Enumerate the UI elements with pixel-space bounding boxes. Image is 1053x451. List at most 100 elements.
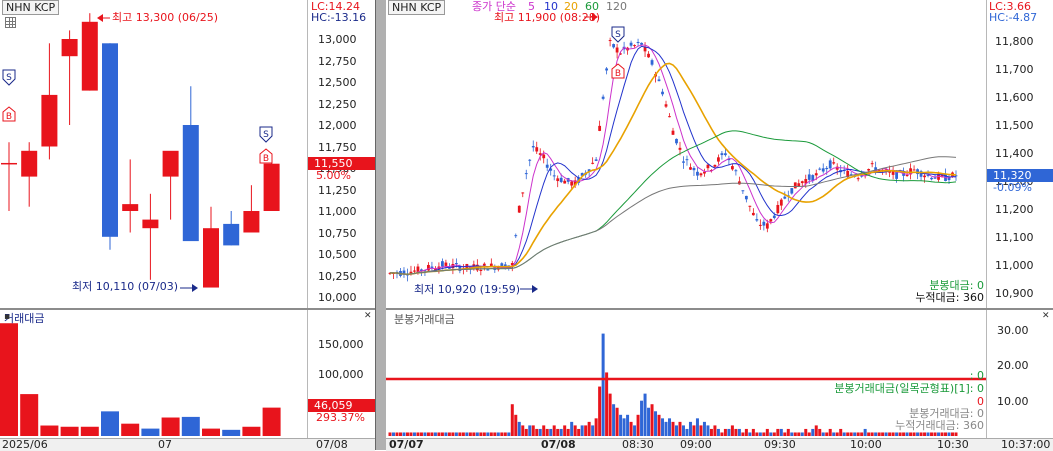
minute-volume-title: 분봉거래대금 (394, 313, 455, 326)
minute-candle-body-37 (517, 205, 521, 213)
minute-volume-bar-162 (954, 432, 958, 436)
minute-volume-bar-102 (744, 428, 748, 436)
daily-volume-axis: ✕ 150,000100,00050,000 46,059 293.37% (307, 310, 378, 438)
minute-x-label-5: 10:00 (850, 438, 882, 451)
minute-x-label-0: 07/07 (389, 438, 424, 451)
daily-price-tick-0: 13,000 (318, 33, 357, 46)
daily-hc-label: HC:-13.16 (311, 11, 367, 24)
minute-volume-bar-99 (734, 428, 738, 436)
daily-current-pct: 5.00% (316, 169, 351, 182)
daily-price-tick-8: 11,000 (318, 205, 357, 218)
minute-volume-bar-151 (916, 432, 920, 436)
minute-volume-bar-30 (493, 432, 497, 436)
minute-volume-bar-21 (461, 432, 465, 436)
minute-candle-body-15 (441, 261, 444, 267)
minute-volume-bar-42 (535, 428, 539, 436)
minute-volume-bar-132 (849, 432, 853, 436)
minute-candle-body-120 (807, 174, 811, 180)
minute-volume-bar-127 (832, 432, 836, 436)
minute-volume-bar-39 (524, 428, 528, 436)
minute-ma5-line (390, 44, 957, 276)
minute-volume-bar-156 (933, 432, 937, 436)
minute-volume-bar-55 (580, 425, 584, 436)
minute-low-arrow-icon (532, 285, 538, 293)
daily-volume-bar-13 (262, 407, 281, 436)
minute-candle-body-48 (556, 178, 560, 182)
minute-volume-bar-64 (612, 404, 616, 436)
minute-vol-legend: 분봉거래대금(일목균형표)[1]: 0 (834, 382, 984, 395)
daily-volume-bar-2 (40, 425, 59, 436)
minute-volume-bar-47 (552, 425, 556, 436)
minute-volume-bar-0 (388, 432, 392, 436)
minute-volume-close-icon[interactable]: ✕ (1042, 312, 1050, 321)
minute-candle-body-110 (772, 215, 776, 219)
minute-sell-signal-text: S (615, 30, 621, 40)
minute-volume-bar-80 (668, 418, 672, 436)
minute-volume-bar-56 (584, 425, 588, 436)
minute-candle-body-105 (755, 219, 759, 221)
minute-candle-body-39 (524, 173, 528, 175)
minute-volume-bar-12 (430, 432, 434, 436)
minute-volume-bar-29 (489, 432, 493, 436)
daily-low-note: 최저 10,110 (07/03) (72, 280, 179, 293)
daily-sell-signal-text-0: S (6, 73, 12, 83)
minute-candle-body-116 (793, 182, 797, 189)
minute-volume-bar-76 (654, 411, 658, 436)
minute-candle-body-118 (800, 181, 804, 184)
minute-volume-bar-122 (814, 425, 818, 436)
minute-x-label-1: 07/08 (541, 438, 576, 451)
minute-candle-body-88 (696, 171, 699, 176)
daily-volume-close-icon[interactable]: ▪ (4, 313, 10, 322)
minute-vol-info-2: 누적거래대금: 360 (895, 419, 984, 432)
daily-volume-axis-close-icon[interactable]: ✕ (364, 312, 372, 321)
minute-volume-bar-139 (874, 432, 878, 436)
minute-volume-bar-59 (594, 418, 598, 436)
minute-candle-body-72 (640, 42, 643, 45)
daily-price-tick-2: 12,500 (318, 76, 357, 89)
minute-candle-body-74 (647, 53, 650, 58)
minute-candle-body-71 (636, 41, 640, 43)
minute-volume-bar-33 (503, 432, 507, 436)
minute-candle-body-115 (790, 188, 794, 194)
daily-x-axis: 2025/06 07 07/08 (0, 438, 375, 451)
minute-candle-body-77 (657, 79, 661, 82)
daily-x-right-label: 07/08 (316, 438, 348, 451)
minute-volume-bar-128 (835, 432, 839, 436)
minute-candle-body-80 (668, 116, 671, 118)
minute-volume-bar-54 (577, 428, 581, 436)
minute-volume-bar-109 (769, 432, 773, 436)
minute-candle-body-101 (741, 190, 745, 192)
minute-volume-bar-88 (695, 418, 699, 436)
minute-volume-bar-110 (772, 432, 776, 436)
minute-volume-bar-108 (765, 428, 769, 436)
minute-volume-bar-96 (723, 428, 727, 436)
minute-candle-body-109 (769, 219, 773, 222)
minute-volume-bar-14 (437, 432, 441, 436)
minute-candle-body-86 (689, 167, 692, 170)
minute-candle-body-127 (832, 162, 836, 164)
minute-volume-bar-158 (940, 432, 944, 436)
minute-candle-body-83 (678, 147, 682, 150)
daily-candle-body-8 (162, 150, 179, 177)
minute-volume-bar-31 (496, 432, 500, 436)
minute-candle-body-87 (692, 168, 696, 171)
minute-volume-bar-140 (877, 432, 881, 436)
minute-volume-bar-152 (919, 432, 923, 436)
minute-volume-bar-7 (412, 432, 416, 436)
daily-volume-tick-0: 150,000 (318, 337, 364, 351)
minute-volume-bar-157 (937, 432, 941, 436)
minute-candle-body-36 (514, 235, 518, 237)
minute-candle-body-62 (605, 68, 609, 71)
minute-price-tick-9: 10,900 (995, 287, 1034, 300)
minute-volume-bar-81 (671, 421, 675, 436)
minute-candle-body-148 (905, 175, 909, 177)
daily-candle-body-5 (102, 43, 118, 237)
minute-volume-bar-77 (657, 414, 661, 436)
minute-volume-bar-135 (860, 432, 864, 436)
minute-candle-body-7 (413, 270, 416, 272)
minute-candle-body-91 (706, 164, 710, 169)
minute-volume-bar-104 (751, 428, 755, 436)
minute-volume-bar-73 (643, 393, 647, 436)
daily-candlestick-chart: S B S B (1, 13, 280, 292)
daily-volume-bar-6 (121, 423, 140, 436)
